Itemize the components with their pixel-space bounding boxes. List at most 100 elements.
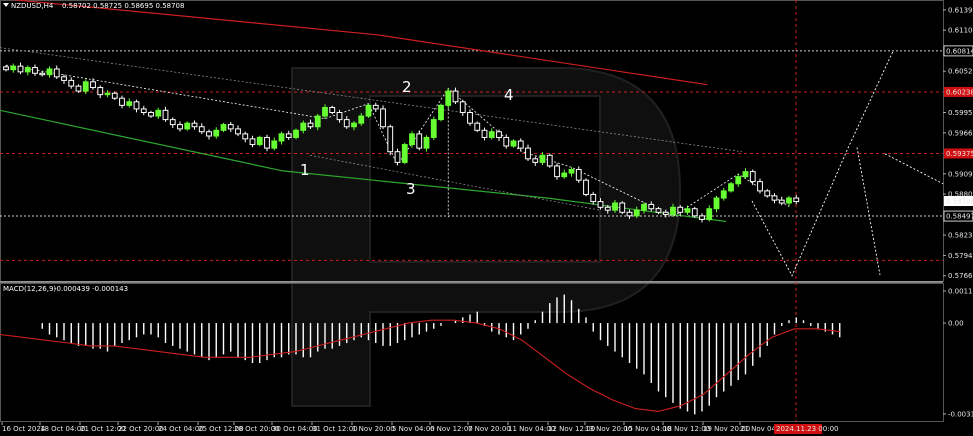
trading-chart[interactable]: 0.61390 0.61104 0.60814 0.60529 0.60238 0.599… <box>0 0 973 436</box>
candle-body[interactable] <box>633 209 640 217</box>
candle-body[interactable] <box>423 136 430 149</box>
candle-body[interactable] <box>583 179 589 195</box>
candle-body[interactable] <box>61 76 67 81</box>
candle-body[interactable] <box>655 208 662 213</box>
candle-body[interactable] <box>575 169 582 181</box>
candle-body[interactable] <box>459 101 466 113</box>
candle-body[interactable] <box>626 211 633 217</box>
candle-body[interactable] <box>735 176 742 185</box>
candle-body[interactable] <box>380 108 386 128</box>
candle-body[interactable] <box>271 140 278 149</box>
candle-body[interactable] <box>604 206 611 211</box>
candle-body[interactable] <box>336 111 343 121</box>
candle-body[interactable] <box>126 101 133 106</box>
candle-body[interactable] <box>242 133 249 140</box>
candle-body[interactable] <box>546 154 553 167</box>
candle-body[interactable] <box>256 136 263 146</box>
candle-body[interactable] <box>590 193 597 203</box>
candle-body[interactable] <box>778 199 785 204</box>
candle-body[interactable] <box>32 67 38 74</box>
candle-body[interactable] <box>467 111 473 124</box>
candle-body[interactable] <box>314 115 321 128</box>
candle-body[interactable] <box>235 128 241 135</box>
candle-body[interactable] <box>539 154 546 163</box>
candle-body[interactable] <box>764 190 771 197</box>
candle-body[interactable] <box>372 104 379 110</box>
candle-body[interactable] <box>619 202 626 213</box>
candle-body[interactable] <box>227 124 234 130</box>
candle-body[interactable] <box>307 122 314 128</box>
candle-body[interactable] <box>742 171 749 178</box>
candle-body[interactable] <box>438 104 444 121</box>
candle-body[interactable] <box>206 131 212 137</box>
candle-body[interactable] <box>684 208 691 213</box>
candle-body[interactable] <box>249 138 256 146</box>
candle-body[interactable] <box>771 195 778 201</box>
candle-body[interactable] <box>445 90 452 106</box>
candle-body[interactable] <box>430 119 437 138</box>
candle-body[interactable] <box>749 171 756 183</box>
candle-body[interactable] <box>184 122 191 130</box>
candle-body[interactable] <box>300 122 307 131</box>
candle-body[interactable] <box>82 81 89 92</box>
candle-body[interactable] <box>786 197 792 204</box>
candle-body[interactable] <box>169 119 176 126</box>
candle-body[interactable] <box>198 126 205 133</box>
candle-body[interactable] <box>488 131 495 138</box>
candle-body[interactable] <box>387 126 394 153</box>
candle-body[interactable] <box>401 144 408 163</box>
candle-body[interactable] <box>648 203 655 210</box>
candle-body[interactable] <box>394 151 401 163</box>
candle-body[interactable] <box>720 190 727 199</box>
candle-body[interactable] <box>264 136 270 149</box>
candle-body[interactable] <box>728 183 734 192</box>
candle-body[interactable] <box>75 85 82 92</box>
candle-body[interactable] <box>10 65 17 71</box>
candle-body[interactable] <box>24 67 31 73</box>
candle-body[interactable] <box>177 124 183 130</box>
candle-body[interactable] <box>68 79 75 87</box>
candle-body[interactable] <box>416 133 423 149</box>
candle-body[interactable] <box>293 129 299 138</box>
candle-body[interactable] <box>111 92 118 99</box>
candle-body[interactable] <box>597 201 604 208</box>
candle-body[interactable] <box>496 131 502 138</box>
candle-body[interactable] <box>662 211 669 215</box>
candle-body[interactable] <box>140 108 147 113</box>
candle-body[interactable] <box>510 140 517 147</box>
candle-body[interactable] <box>220 124 227 131</box>
candle-body[interactable] <box>104 92 111 96</box>
candle-body[interactable] <box>503 136 510 147</box>
candle-body[interactable] <box>706 208 713 220</box>
candle-body[interactable] <box>677 206 684 213</box>
candle-body[interactable] <box>517 140 524 149</box>
candle-body[interactable] <box>329 106 336 113</box>
candle-body[interactable] <box>133 101 140 110</box>
candle-body[interactable] <box>365 104 372 117</box>
candle-body[interactable] <box>351 122 357 128</box>
candle-body[interactable] <box>322 106 328 117</box>
candle-body[interactable] <box>97 87 104 96</box>
candle-body[interactable] <box>713 197 720 210</box>
candle-body[interactable] <box>285 133 292 138</box>
candle-body[interactable] <box>213 129 220 137</box>
candle-body[interactable] <box>699 215 705 220</box>
candle-body[interactable] <box>525 147 531 160</box>
candle-body[interactable] <box>3 66 9 71</box>
candle-body[interactable] <box>568 169 575 174</box>
candle-body[interactable] <box>358 115 365 124</box>
candle-body[interactable] <box>481 129 488 138</box>
candle-body[interactable] <box>474 122 481 131</box>
candle-body[interactable] <box>452 90 459 103</box>
candle-body[interactable] <box>46 68 53 76</box>
candle-body[interactable] <box>17 65 24 73</box>
candle-body[interactable] <box>409 133 415 146</box>
candle-body[interactable] <box>53 68 60 78</box>
candle-body[interactable] <box>191 122 198 128</box>
candle-body[interactable] <box>39 72 46 76</box>
candle-body[interactable] <box>757 181 763 192</box>
candle-body[interactable] <box>691 208 698 217</box>
candle-body[interactable] <box>119 97 125 106</box>
candle-body[interactable] <box>554 165 560 178</box>
candle-body[interactable] <box>278 133 285 142</box>
